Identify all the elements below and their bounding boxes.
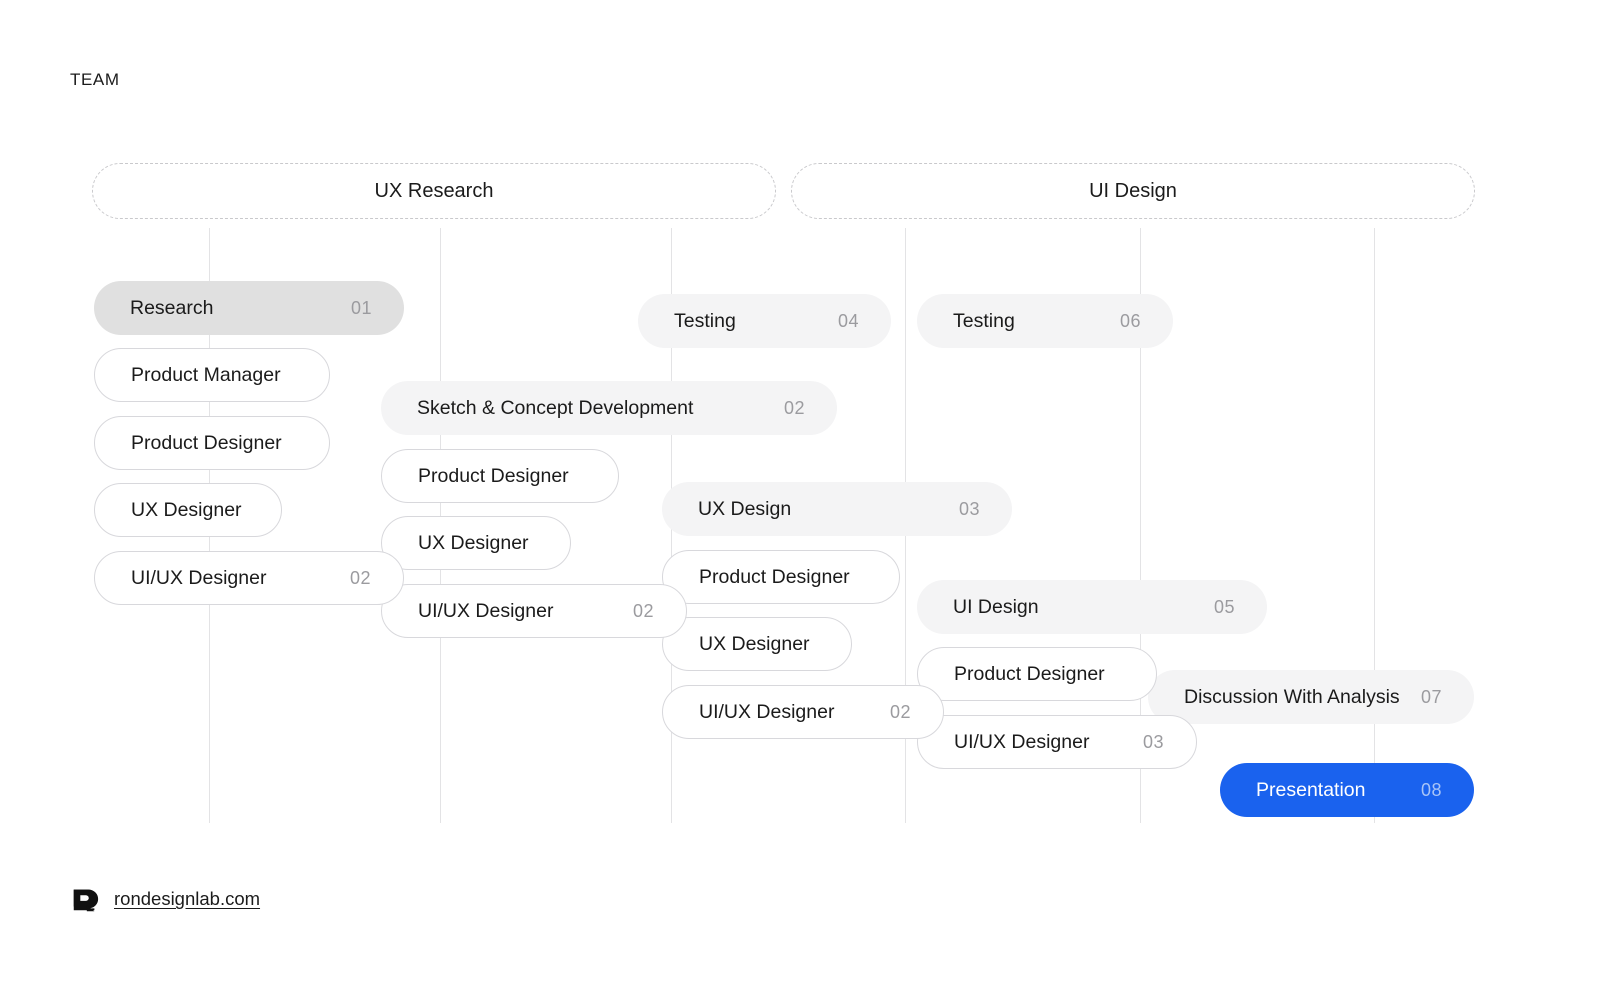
pill-research[interactable]: Research 01	[94, 281, 404, 335]
pill-label: UX Designer	[131, 498, 242, 521]
pill-uxdesign[interactable]: UX Design 03	[662, 482, 1012, 536]
page-title: TEAM	[70, 70, 120, 89]
pill-label: UI/UX Designer	[954, 730, 1090, 753]
pill-step-number: 06	[1119, 310, 1141, 331]
pill-research-pd[interactable]: Product Designer	[94, 416, 330, 470]
pill-testing-04[interactable]: Testing 04	[638, 294, 891, 348]
pill-uidesign-uiux[interactable]: UI/UX Designer 03	[917, 715, 1197, 769]
pill-label: UX Design	[698, 497, 792, 520]
pill-sketch[interactable]: Sketch & Concept Development 02	[381, 381, 837, 435]
pill-testing-06[interactable]: Testing 06	[917, 294, 1173, 348]
pill-label: Product Designer	[418, 464, 569, 487]
pill-label: Product Designer	[131, 431, 282, 454]
pill-label: UI Design	[953, 595, 1039, 618]
phase-header-label: UI Design	[1089, 179, 1177, 202]
pill-research-pm[interactable]: Product Manager	[94, 348, 330, 402]
pill-step-number: 07	[1420, 686, 1442, 707]
pill-step-number: 05	[1213, 596, 1235, 617]
pill-sketch-uiux[interactable]: UI/UX Designer 02	[381, 584, 687, 638]
pill-sketch-uxd[interactable]: UX Designer	[381, 516, 571, 570]
pill-label: UI/UX Designer	[131, 566, 267, 589]
phase-header-ui-design[interactable]: UI Design	[791, 163, 1475, 219]
pill-presentation[interactable]: Presentation 08	[1220, 763, 1474, 817]
pill-uxdesign-uiux[interactable]: UI/UX Designer 02	[662, 685, 944, 739]
pill-uxdesign-uxd[interactable]: UX Designer	[662, 617, 852, 671]
pill-uxdesign-pd[interactable]: Product Designer	[662, 550, 900, 604]
pill-label: Testing	[953, 309, 1015, 332]
pill-step-number: 08	[1420, 779, 1442, 800]
pill-step-number: 03	[1142, 731, 1164, 752]
pill-label: UI/UX Designer	[699, 700, 835, 723]
pill-step-number: 04	[837, 310, 859, 331]
pill-label: UX Designer	[418, 531, 529, 554]
rondesignlab-r-logo-icon	[70, 884, 100, 914]
pill-label: Sketch & Concept Development	[417, 396, 694, 419]
pill-step-number: 03	[958, 498, 980, 519]
pill-label: UX Designer	[699, 632, 810, 655]
pill-label: Product Designer	[954, 662, 1105, 685]
guide-line-6	[1374, 228, 1375, 823]
footer-website-link[interactable]: rondesignlab.com	[114, 888, 260, 910]
pill-uidesign-pd[interactable]: Product Designer	[917, 647, 1157, 701]
pill-label: Product Designer	[699, 565, 850, 588]
pill-label: Research	[130, 296, 214, 319]
pill-uidesign[interactable]: UI Design 05	[917, 580, 1267, 634]
phase-header-label: UX Research	[374, 179, 494, 202]
pill-label: Discussion With Analysis	[1184, 685, 1400, 708]
pill-research-uxd[interactable]: UX Designer	[94, 483, 282, 537]
pill-label: Product Manager	[131, 363, 281, 386]
pill-step-number: 02	[632, 600, 654, 621]
pill-label: Presentation	[1256, 778, 1366, 801]
pill-step-number: 02	[349, 567, 371, 588]
pill-step-number: 02	[783, 397, 805, 418]
pill-discussion[interactable]: Discussion With Analysis 07	[1148, 670, 1474, 724]
pill-sketch-pd[interactable]: Product Designer	[381, 449, 619, 503]
pill-research-uiux[interactable]: UI/UX Designer 02	[94, 551, 404, 605]
pill-label: Testing	[674, 309, 736, 332]
pill-step-number: 02	[889, 701, 911, 722]
footer: rondesignlab.com	[70, 884, 260, 914]
pill-label: UI/UX Designer	[418, 599, 554, 622]
phase-header-ux-research[interactable]: UX Research	[92, 163, 776, 219]
pill-step-number: 01	[350, 297, 372, 318]
slide-canvas: TEAM UX Research UI Design Research 01 Prod…	[0, 0, 1601, 1001]
